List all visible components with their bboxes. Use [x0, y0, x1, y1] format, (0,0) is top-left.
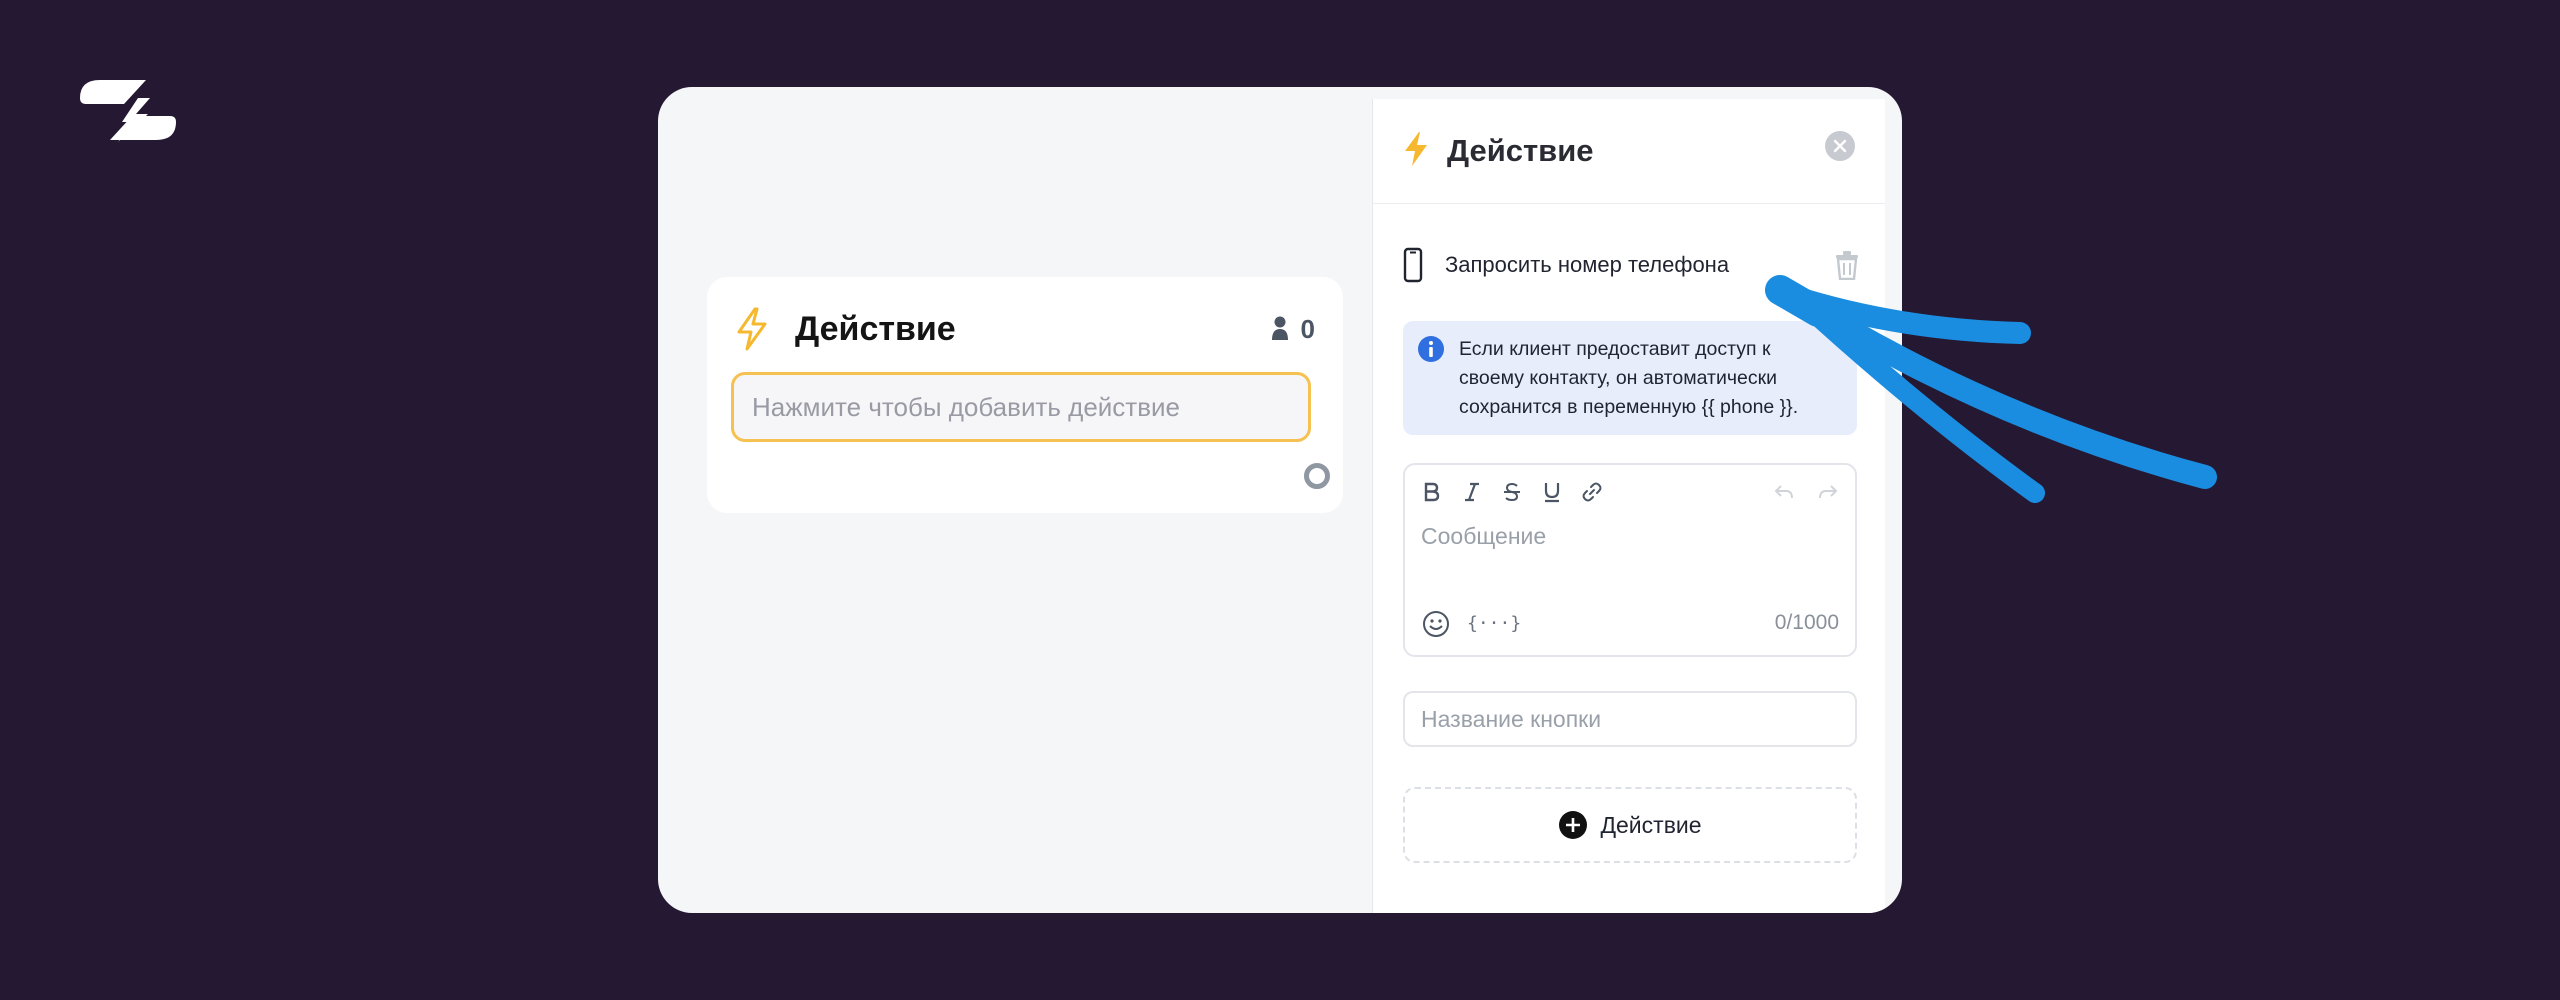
- italic-icon: [1465, 482, 1479, 502]
- bold-button[interactable]: [1419, 479, 1445, 505]
- add-action-button[interactable]: Действие: [1403, 787, 1857, 863]
- variables-button[interactable]: {···}: [1467, 613, 1521, 634]
- request-phone-label: Запросить номер телефона: [1445, 252, 1730, 277]
- user-count: 0: [1271, 314, 1315, 345]
- request-phone-row: Запросить номер телефона: [1403, 245, 1861, 285]
- history-toolbar: [1771, 479, 1841, 505]
- char-counter: 0/1000: [1774, 611, 1839, 634]
- add-action-field[interactable]: Нажмите чтобы добавить действие: [731, 372, 1311, 442]
- info-box: Если клиент предоставит доступ к своему …: [1403, 321, 1857, 435]
- close-button[interactable]: [1825, 131, 1855, 161]
- user-count-value: 0: [1300, 313, 1315, 344]
- info-text: Если клиент предоставит доступ к своему …: [1459, 335, 1841, 422]
- strikethrough-button[interactable]: [1499, 479, 1525, 505]
- italic-button[interactable]: [1459, 479, 1485, 505]
- redo-icon: [1819, 485, 1838, 499]
- message-editor: {···} 0/1000: [1403, 463, 1857, 657]
- action-node-card[interactable]: Действие 0 Нажмите чтобы добавить действ…: [707, 277, 1343, 513]
- node-output-port[interactable]: [1304, 463, 1330, 489]
- strikethrough-icon: [1504, 482, 1520, 502]
- brand-logo-icon: [80, 80, 176, 142]
- action-settings-panel: Действие Запросить номер телефона Если к…: [1372, 99, 1885, 913]
- undo-button[interactable]: [1771, 479, 1797, 505]
- underline-icon: [1544, 483, 1560, 503]
- trash-icon[interactable]: [1833, 250, 1861, 280]
- close-icon: [1833, 139, 1847, 153]
- app-window: Действие 0 Нажмите чтобы добавить действ…: [658, 87, 1902, 913]
- info-line: сохранится в переменную {{ phone }}.: [1459, 396, 1799, 418]
- add-action-label: Действие: [1600, 811, 1702, 838]
- emoji-icon[interactable]: [1421, 609, 1451, 639]
- node-title: Действие: [795, 309, 956, 348]
- format-toolbar: [1419, 479, 1605, 505]
- link-button[interactable]: [1579, 479, 1605, 505]
- lightning-icon: [1405, 132, 1427, 166]
- info-icon: [1418, 336, 1444, 362]
- lightning-icon: [737, 307, 767, 351]
- info-line: Если клиент предоставит доступ к: [1459, 338, 1771, 360]
- link-icon: [1582, 482, 1602, 502]
- redo-button[interactable]: [1815, 479, 1841, 505]
- message-input[interactable]: [1421, 523, 1841, 583]
- panel-header: Действие: [1373, 99, 1885, 204]
- underline-button[interactable]: [1539, 479, 1565, 505]
- bold-icon: [1424, 482, 1440, 502]
- node-header: Действие 0: [735, 305, 1315, 353]
- info-line: своему контакту, он автоматически: [1459, 367, 1778, 389]
- user-icon: [1271, 316, 1288, 340]
- plus-circle-icon: [1559, 811, 1588, 839]
- panel-title: Действие: [1447, 133, 1594, 168]
- button-name-input[interactable]: [1403, 691, 1857, 747]
- undo-icon: [1774, 485, 1793, 499]
- phone-icon: [1403, 247, 1423, 283]
